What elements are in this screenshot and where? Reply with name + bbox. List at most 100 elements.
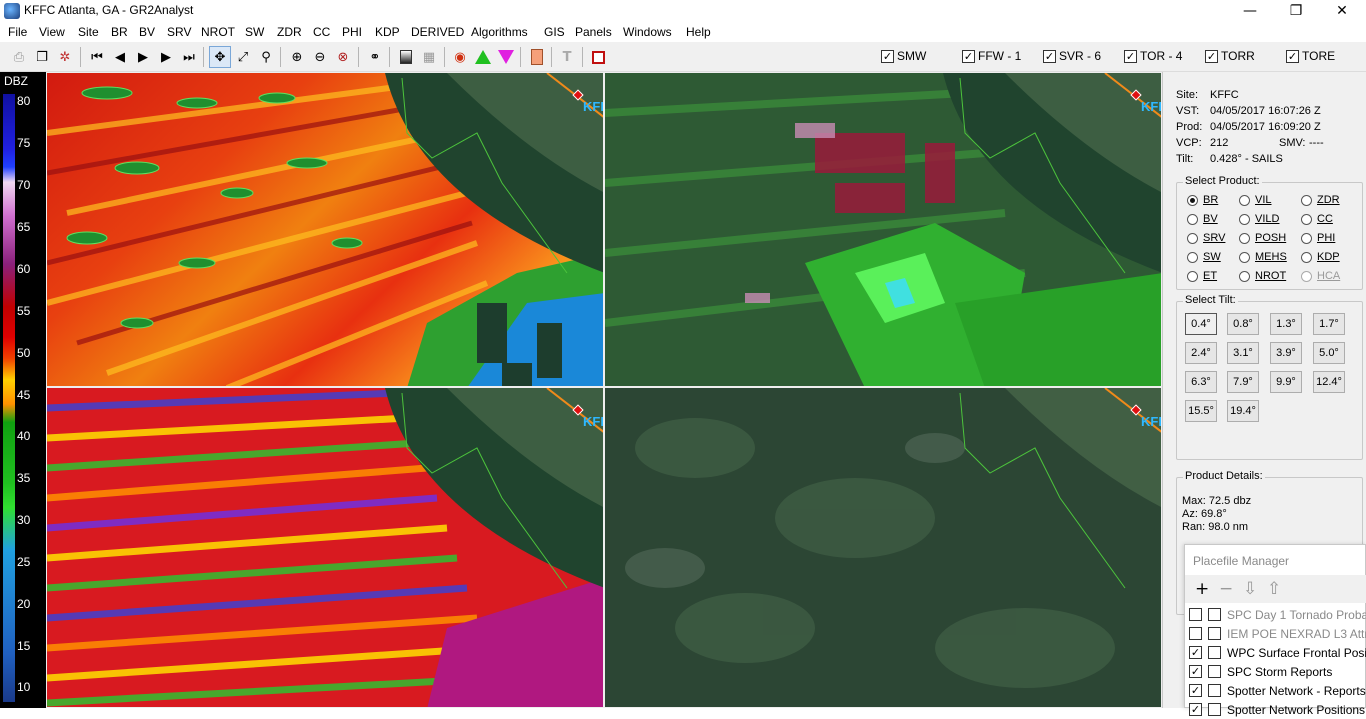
checkbox-icon[interactable]	[1189, 608, 1202, 621]
product-radio-phi[interactable]: PHI	[1301, 232, 1335, 244]
product-radio-srv[interactable]: SRV	[1187, 232, 1225, 244]
tilt-button-0-8[interactable]: 0.8°	[1227, 313, 1259, 335]
placefile-item[interactable]: IEM POE NEXRAD L3 Attrib	[1189, 624, 1366, 643]
product-radio-kdp[interactable]: KDP	[1301, 251, 1340, 263]
placefile-icon[interactable]	[526, 46, 548, 68]
warning-toggle-tor[interactable]: ✓ TOR - 4	[1124, 49, 1182, 63]
product-radio-nrot[interactable]: NROT	[1239, 270, 1286, 282]
checkbox-icon[interactable]	[1208, 608, 1221, 621]
zoom-reset-icon[interactable]: ⊗	[332, 46, 354, 68]
settings-icon[interactable]: ✲	[54, 46, 76, 68]
print-icon[interactable]: ⎙	[8, 46, 30, 68]
menu-kdp[interactable]: KDP	[375, 25, 400, 39]
tilt-button-12-4[interactable]: 12.4°	[1313, 371, 1345, 393]
product-radio-et[interactable]: ET	[1187, 270, 1217, 282]
menu-algorithms[interactable]: Algorithms	[471, 25, 528, 39]
checkbox-icon[interactable]: ✓	[1189, 665, 1202, 678]
checkbox-icon[interactable]	[1208, 684, 1221, 697]
tilt-button-19-4[interactable]: 19.4°	[1227, 400, 1259, 422]
tilt-button-5-0[interactable]: 5.0°	[1313, 342, 1345, 364]
menu-view[interactable]: View	[39, 25, 65, 39]
tilt-button-2-4[interactable]: 2.4°	[1185, 342, 1217, 364]
last-frame-icon[interactable]: ⏭	[178, 46, 200, 68]
warning-toggle-smw[interactable]: ✓ SMW	[881, 49, 926, 63]
menu-file[interactable]: File	[8, 25, 27, 39]
product-radio-sw[interactable]: SW	[1187, 251, 1221, 263]
tilt-button-0-4[interactable]: 0.4°	[1185, 313, 1217, 335]
menu-srv[interactable]: SRV	[167, 25, 191, 39]
checkbox-icon[interactable]	[1208, 665, 1221, 678]
checkbox-icon[interactable]	[1208, 627, 1221, 640]
remove-icon[interactable]: −	[1219, 579, 1233, 599]
link-icon[interactable]: ⚭	[364, 46, 386, 68]
cross-section-icon[interactable]: ⚲	[255, 46, 277, 68]
tilt-button-15-5[interactable]: 15.5°	[1185, 400, 1217, 422]
record-icon[interactable]	[587, 46, 609, 68]
product-radio-posh[interactable]: POSH	[1239, 232, 1286, 244]
move-down-icon[interactable]: ⇩	[1243, 579, 1257, 599]
menu-gis[interactable]: GIS	[544, 25, 565, 39]
pan-icon[interactable]: ✥	[209, 46, 231, 68]
checkbox-icon[interactable]: ✓	[1189, 646, 1202, 659]
tilt-button-3-1[interactable]: 3.1°	[1227, 342, 1259, 364]
storm-track-icon[interactable]	[472, 46, 494, 68]
placefile-item[interactable]: ✓ WPC Surface Frontal Positi	[1189, 643, 1366, 662]
grid-icon[interactable]: ▦	[418, 46, 440, 68]
product-radio-mehs[interactable]: MEHS	[1239, 251, 1287, 263]
checkbox-icon[interactable]	[1208, 703, 1221, 716]
warning-toggle-tore[interactable]: ✓ TORE	[1286, 49, 1335, 63]
zoom-out-icon[interactable]: ⊖	[309, 46, 331, 68]
tilt-button-9-9[interactable]: 9.9°	[1270, 371, 1302, 393]
tilt-button-7-9[interactable]: 7.9°	[1227, 371, 1259, 393]
minimize-button[interactable]: —	[1227, 0, 1273, 22]
checkbox-icon[interactable]	[1208, 646, 1221, 659]
add-icon[interactable]: +	[1195, 579, 1209, 599]
next-frame-icon[interactable]: ▶	[155, 46, 177, 68]
placefile-manager-window[interactable]: Placefile Manager + − ⇩ ⇧ SPC Day 1 Torn…	[1184, 544, 1366, 717]
product-radio-vild[interactable]: VILD	[1239, 213, 1279, 225]
copy-icon[interactable]: ❐	[31, 46, 53, 68]
tilt-button-3-9[interactable]: 3.9°	[1270, 342, 1302, 364]
product-radio-vil[interactable]: VIL	[1239, 194, 1272, 206]
checkbox-icon[interactable]: ✓	[1189, 684, 1202, 697]
play-icon[interactable]: ▶	[132, 46, 154, 68]
menu-br[interactable]: BR	[111, 25, 128, 39]
product-radio-zdr[interactable]: ZDR	[1301, 194, 1340, 206]
menu-derived[interactable]: DERIVED	[411, 25, 464, 39]
placefile-item[interactable]: ✓ SPC Storm Reports	[1189, 662, 1366, 681]
hail-icon[interactable]: ◉	[449, 46, 471, 68]
maximize-button[interactable]: ❐	[1273, 0, 1319, 22]
measure-icon[interactable]: ⤢	[232, 46, 254, 68]
warning-toggle-ffw[interactable]: ✓ FFW - 1	[962, 49, 1021, 63]
zoom-in-icon[interactable]: ⊕	[286, 46, 308, 68]
menu-nrot[interactable]: NROT	[201, 25, 235, 39]
tilt-button-6-3[interactable]: 6.3°	[1185, 371, 1217, 393]
product-radio-bv[interactable]: BV	[1187, 213, 1218, 225]
checkbox-icon[interactable]	[1189, 627, 1202, 640]
tilt-button-1-7[interactable]: 1.7°	[1313, 313, 1345, 335]
menu-windows[interactable]: Windows	[623, 25, 672, 39]
menu-site[interactable]: Site	[78, 25, 99, 39]
menu-zdr[interactable]: ZDR	[277, 25, 302, 39]
move-up-icon[interactable]: ⇧	[1267, 579, 1281, 599]
menu-phi[interactable]: PHI	[342, 25, 362, 39]
checkbox-icon[interactable]: ✓	[1189, 703, 1202, 716]
menu-bv[interactable]: BV	[139, 25, 155, 39]
placefile-item[interactable]: ✓ Spotter Network - Reports	[1189, 681, 1366, 700]
volume-icon[interactable]	[395, 46, 417, 68]
text-icon[interactable]: T	[556, 46, 578, 68]
previous-frame-icon[interactable]: ◀	[109, 46, 131, 68]
menu-panels[interactable]: Panels	[575, 25, 612, 39]
product-radio-br[interactable]: BR	[1187, 194, 1218, 206]
mesocyclone-icon[interactable]	[495, 46, 517, 68]
menu-cc[interactable]: CC	[313, 25, 330, 39]
radar-panel-correlation[interactable]: KFF	[46, 387, 604, 708]
placefile-item[interactable]: ✓ Spotter Network Positions	[1189, 700, 1366, 719]
close-button[interactable]: ✕	[1319, 0, 1365, 22]
radar-panel-reflectivity[interactable]: KFF	[46, 72, 604, 387]
warning-toggle-torr[interactable]: ✓ TORR	[1205, 49, 1255, 63]
menu-sw[interactable]: SW	[245, 25, 264, 39]
radar-panel-velocity[interactable]: KFF	[604, 72, 1162, 387]
tilt-button-1-3[interactable]: 1.3°	[1270, 313, 1302, 335]
product-radio-cc[interactable]: CC	[1301, 213, 1333, 225]
